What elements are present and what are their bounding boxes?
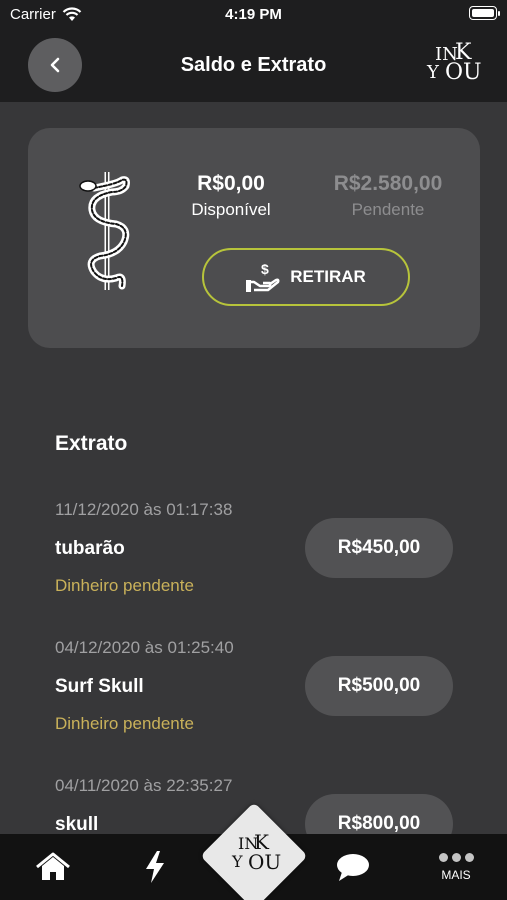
entry-date: 11/12/2020 às 01:17:38 bbox=[55, 500, 233, 519]
center-logo-icon: IN K Y OU bbox=[232, 830, 282, 874]
list-item[interactable]: 04/12/2020 às 01:25:40 Surf Skull Dinhei… bbox=[0, 638, 507, 748]
tab-activity[interactable] bbox=[138, 834, 172, 900]
available-label: Disponível bbox=[191, 200, 271, 219]
tab-more-label: MAIS bbox=[441, 867, 471, 882]
lightning-icon bbox=[146, 851, 164, 883]
tab-more[interactable]: MAIS bbox=[430, 834, 482, 900]
more-dots-icon bbox=[438, 852, 474, 862]
available-balance: R$0,00 Disponível bbox=[176, 172, 286, 220]
entry-name: tubarão bbox=[55, 538, 125, 559]
entry-amount: R$500,00 bbox=[305, 656, 453, 716]
status-time: 4:19 PM bbox=[225, 6, 282, 23]
entry-name: Surf Skull bbox=[55, 676, 144, 697]
nav-header: Saldo e Extrato IN K Y OU bbox=[0, 30, 507, 102]
tab-chat[interactable] bbox=[330, 834, 376, 900]
pending-balance: R$2.580,00 Pendente bbox=[318, 172, 458, 220]
entry-status: Dinheiro pendente bbox=[55, 576, 194, 595]
app-logo: IN K Y OU bbox=[427, 40, 482, 85]
pending-label: Pendente bbox=[351, 200, 425, 219]
svg-text:$: $ bbox=[261, 261, 269, 277]
money-hand-icon: $ bbox=[246, 261, 280, 292]
available-amount: R$0,00 bbox=[197, 172, 265, 195]
chat-bubble-icon bbox=[337, 854, 369, 881]
entry-name: skull bbox=[55, 814, 99, 835]
entry-amount: R$450,00 bbox=[305, 518, 453, 578]
caduceus-icon bbox=[79, 172, 130, 290]
entry-date: 04/12/2020 às 01:25:40 bbox=[55, 638, 234, 657]
entry-date: 04/11/2020 às 22:35:27 bbox=[55, 776, 233, 795]
battery-icon bbox=[469, 6, 500, 20]
statement-title: Extrato bbox=[55, 432, 128, 455]
entry-status: Dinheiro pendente bbox=[55, 714, 194, 733]
list-item[interactable]: 11/12/2020 às 01:17:38 tubarão Dinheiro … bbox=[0, 500, 507, 610]
status-right bbox=[469, 6, 500, 20]
tab-home[interactable] bbox=[30, 834, 76, 900]
pending-amount: R$2.580,00 bbox=[333, 172, 443, 195]
withdraw-label: RETIRAR bbox=[290, 267, 366, 286]
balance-card: R$0,00 Disponível R$2.580,00 Pendente $ … bbox=[28, 128, 480, 348]
status-bar: Carrier 4:19 PM bbox=[0, 0, 507, 30]
home-icon bbox=[36, 852, 70, 880]
withdraw-button[interactable]: $ RETIRAR bbox=[202, 248, 410, 306]
